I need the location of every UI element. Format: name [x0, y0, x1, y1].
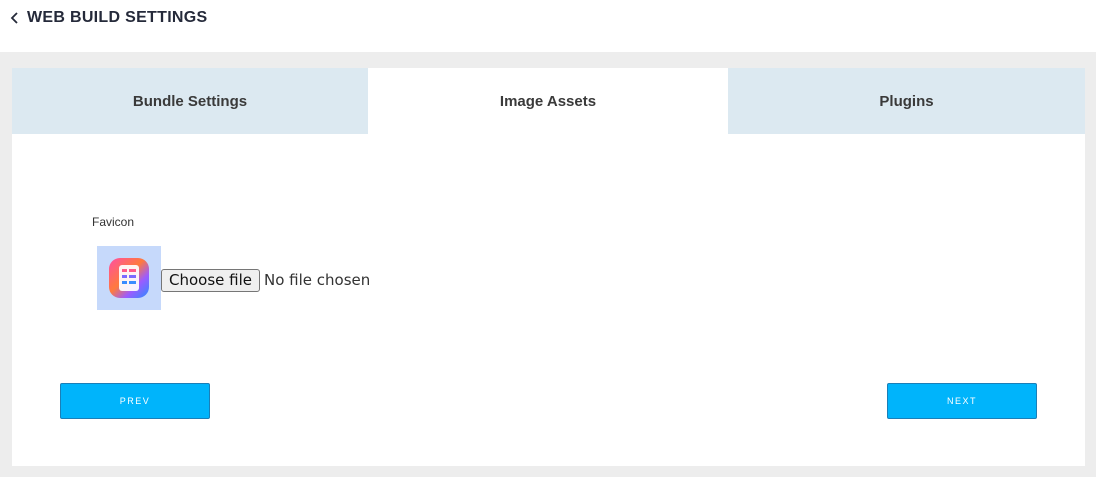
next-button[interactable]: NEXT — [887, 383, 1037, 419]
choose-file-button[interactable]: Choose file — [161, 268, 260, 292]
tab-bar: Bundle Settings Image Assets Plugins — [12, 68, 1085, 134]
settings-panel: Bundle Settings Image Assets Plugins Fav… — [12, 68, 1085, 466]
favicon-label: Favicon — [92, 215, 135, 229]
back-link[interactable]: WEB BUILD SETTINGS — [10, 8, 208, 28]
favicon-file-input: Choose file No file chosen — [161, 268, 370, 292]
tab-image-assets[interactable]: Image Assets — [370, 68, 726, 134]
prev-button[interactable]: PREV — [60, 383, 210, 419]
page-title: WEB BUILD SETTINGS — [27, 9, 208, 26]
app-logo-icon — [109, 258, 149, 298]
tab-bundle-settings[interactable]: Bundle Settings — [12, 68, 368, 134]
favicon-preview — [97, 246, 161, 310]
chevron-left-icon — [10, 12, 18, 24]
top-bar: WEB BUILD SETTINGS — [0, 0, 1096, 52]
tab-plugins[interactable]: Plugins — [728, 68, 1085, 134]
file-status: No file chosen — [264, 271, 371, 289]
